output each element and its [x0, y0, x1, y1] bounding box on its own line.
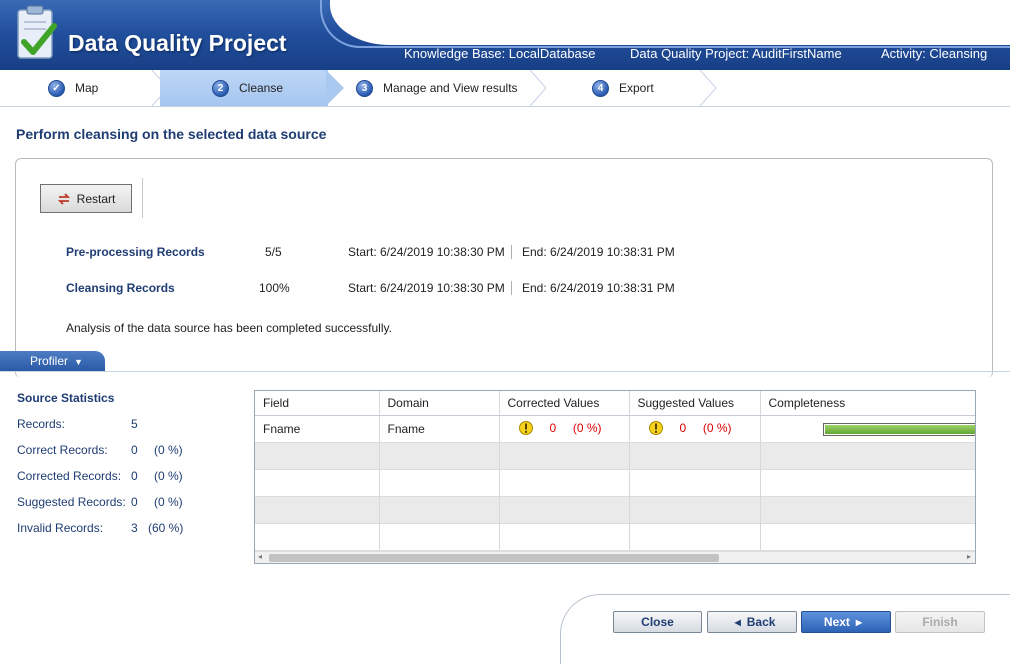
toolbar-divider [142, 178, 143, 218]
corrected-percent: (0 %) [572, 420, 602, 435]
table-row[interactable]: Fname Fname 0 (0 %) 0 (0 %) [255, 415, 975, 443]
cleansing-start: Start: 6/24/2019 10:38:30 PM [348, 281, 505, 295]
restart-button[interactable]: Restart [40, 184, 132, 213]
stat-label: Suggested Records: [17, 495, 126, 509]
progress-panel [15, 158, 993, 378]
cleansing-label: Cleansing Records [66, 281, 175, 295]
step-check-icon: ✓ [48, 79, 65, 97]
stat-percent: (0 %) [154, 495, 183, 509]
page-title: Perform cleansing on the selected data s… [16, 126, 327, 142]
completeness-fill [824, 424, 975, 434]
table-row [255, 496, 975, 524]
column-header-suggested[interactable]: Suggested Values [629, 391, 761, 416]
app-header: Data Quality Project Knowledge Base: Loc… [0, 0, 1010, 70]
cell-corrected: 0 (0 %) [499, 415, 630, 443]
step-label: Map [75, 81, 99, 95]
preprocessing-value: 5/5 [265, 245, 282, 259]
table-row [255, 469, 975, 497]
stat-percent: (0 %) [154, 469, 183, 483]
finish-button[interactable]: Finish [895, 611, 985, 633]
stat-percent: (60 %) [148, 521, 184, 535]
step-number-badge: 4 [592, 79, 609, 97]
app-title: Data Quality Project [68, 30, 287, 56]
analysis-message: Analysis of the data source has been com… [66, 321, 392, 335]
column-header-completeness[interactable]: Completeness [760, 391, 975, 416]
back-button[interactable]: ◀ Back [707, 611, 797, 633]
cell-completeness [760, 415, 975, 443]
stat-count: 0 [131, 469, 138, 483]
stat-count: 0 [131, 443, 138, 457]
time-divider [511, 245, 512, 259]
restart-label: Restart [76, 191, 116, 206]
cell-field: Fname [255, 415, 380, 443]
stat-percent: (0 %) [154, 443, 183, 457]
project-label: Data Quality Project: AuditFirstName [630, 46, 842, 61]
cleansing-end: End: 6/24/2019 10:38:31 PM [522, 281, 675, 295]
next-label: Next [823, 615, 850, 629]
suggested-count: 0 [679, 420, 687, 435]
completeness-bar [822, 422, 975, 436]
step-label: Cleanse [239, 81, 284, 95]
profiler-grid[interactable]: Field Domain Corrected Values Suggested … [254, 390, 976, 564]
profiler-tab-label: Profiler [30, 354, 69, 368]
horizontal-scrollbar[interactable]: ◂ ▸ [255, 551, 975, 563]
step-number-badge: 3 [356, 79, 373, 97]
back-label: Back [746, 615, 776, 629]
close-button[interactable]: Close [613, 611, 702, 633]
table-row [255, 442, 975, 470]
close-label: Close [641, 615, 674, 629]
stat-label: Corrected Records: [17, 469, 122, 483]
preprocessing-label: Pre-processing Records [66, 245, 205, 259]
next-button[interactable]: Next ▶ [801, 611, 891, 633]
cleansing-value: 100% [259, 281, 290, 295]
stat-label: Invalid Records: [17, 521, 104, 535]
scroll-right-icon[interactable]: ▸ [967, 552, 971, 561]
arrow-right-icon: ▶ [855, 617, 863, 627]
column-header-domain[interactable]: Domain [379, 391, 500, 416]
preprocessing-start: Start: 6/24/2019 10:38:30 PM [348, 245, 505, 259]
scrollbar-thumb[interactable] [269, 554, 719, 562]
activity-label: Activity: Cleansing [881, 46, 988, 61]
finish-label: Finish [922, 615, 958, 629]
cell-suggested: 0 (0 %) [629, 415, 761, 443]
active-step-arrow [326, 70, 344, 106]
step-cleanse[interactable]: 2 Cleanse [160, 70, 328, 106]
step-label: Manage and View results [383, 81, 518, 95]
step-label: Export [619, 81, 654, 95]
stat-label: Records: [17, 417, 66, 431]
warning-icon [518, 420, 533, 435]
time-divider [511, 281, 512, 295]
cell-domain: Fname [379, 415, 500, 443]
step-manage-view[interactable]: 3 Manage and View results [356, 70, 536, 106]
profiler-divider [0, 371, 1010, 372]
chevron-right-icon [529, 70, 547, 106]
column-header-corrected[interactable]: Corrected Values [499, 391, 630, 416]
step-export[interactable]: 4 Export [592, 70, 702, 106]
step-number-badge: 2 [212, 79, 229, 97]
chevron-right-icon [699, 70, 717, 106]
source-statistics-title: Source Statistics [17, 391, 115, 405]
scroll-left-icon[interactable]: ◂ [258, 552, 262, 561]
step-map[interactable]: ✓ Map [48, 70, 158, 106]
wizard-steps: ✓ Map 2 Cleanse 3 Manage and View result… [0, 70, 1010, 107]
stat-label: Correct Records: [17, 443, 108, 457]
suggested-percent: (0 %) [702, 420, 732, 435]
table-row [255, 523, 975, 551]
stat-count: 0 [131, 495, 138, 509]
grid-header-row: Field Domain Corrected Values Suggested … [255, 391, 975, 416]
stat-count: 3 [131, 521, 138, 535]
stat-count: 5 [131, 417, 138, 431]
warning-icon [648, 420, 663, 435]
caret-down-icon: ▼ [74, 357, 83, 367]
arrow-left-icon: ◀ [734, 617, 741, 627]
preprocessing-end: End: 6/24/2019 10:38:31 PM [522, 245, 675, 259]
profiler-tab[interactable]: Profiler ▼ [0, 351, 105, 371]
knowledge-base-label: Knowledge Base: LocalDatabase [404, 46, 596, 61]
header-wave [330, 0, 1010, 45]
corrected-count: 0 [549, 420, 557, 435]
restart-icon [57, 192, 70, 205]
column-header-field[interactable]: Field [255, 391, 380, 416]
clipboard-check-icon [17, 5, 57, 59]
